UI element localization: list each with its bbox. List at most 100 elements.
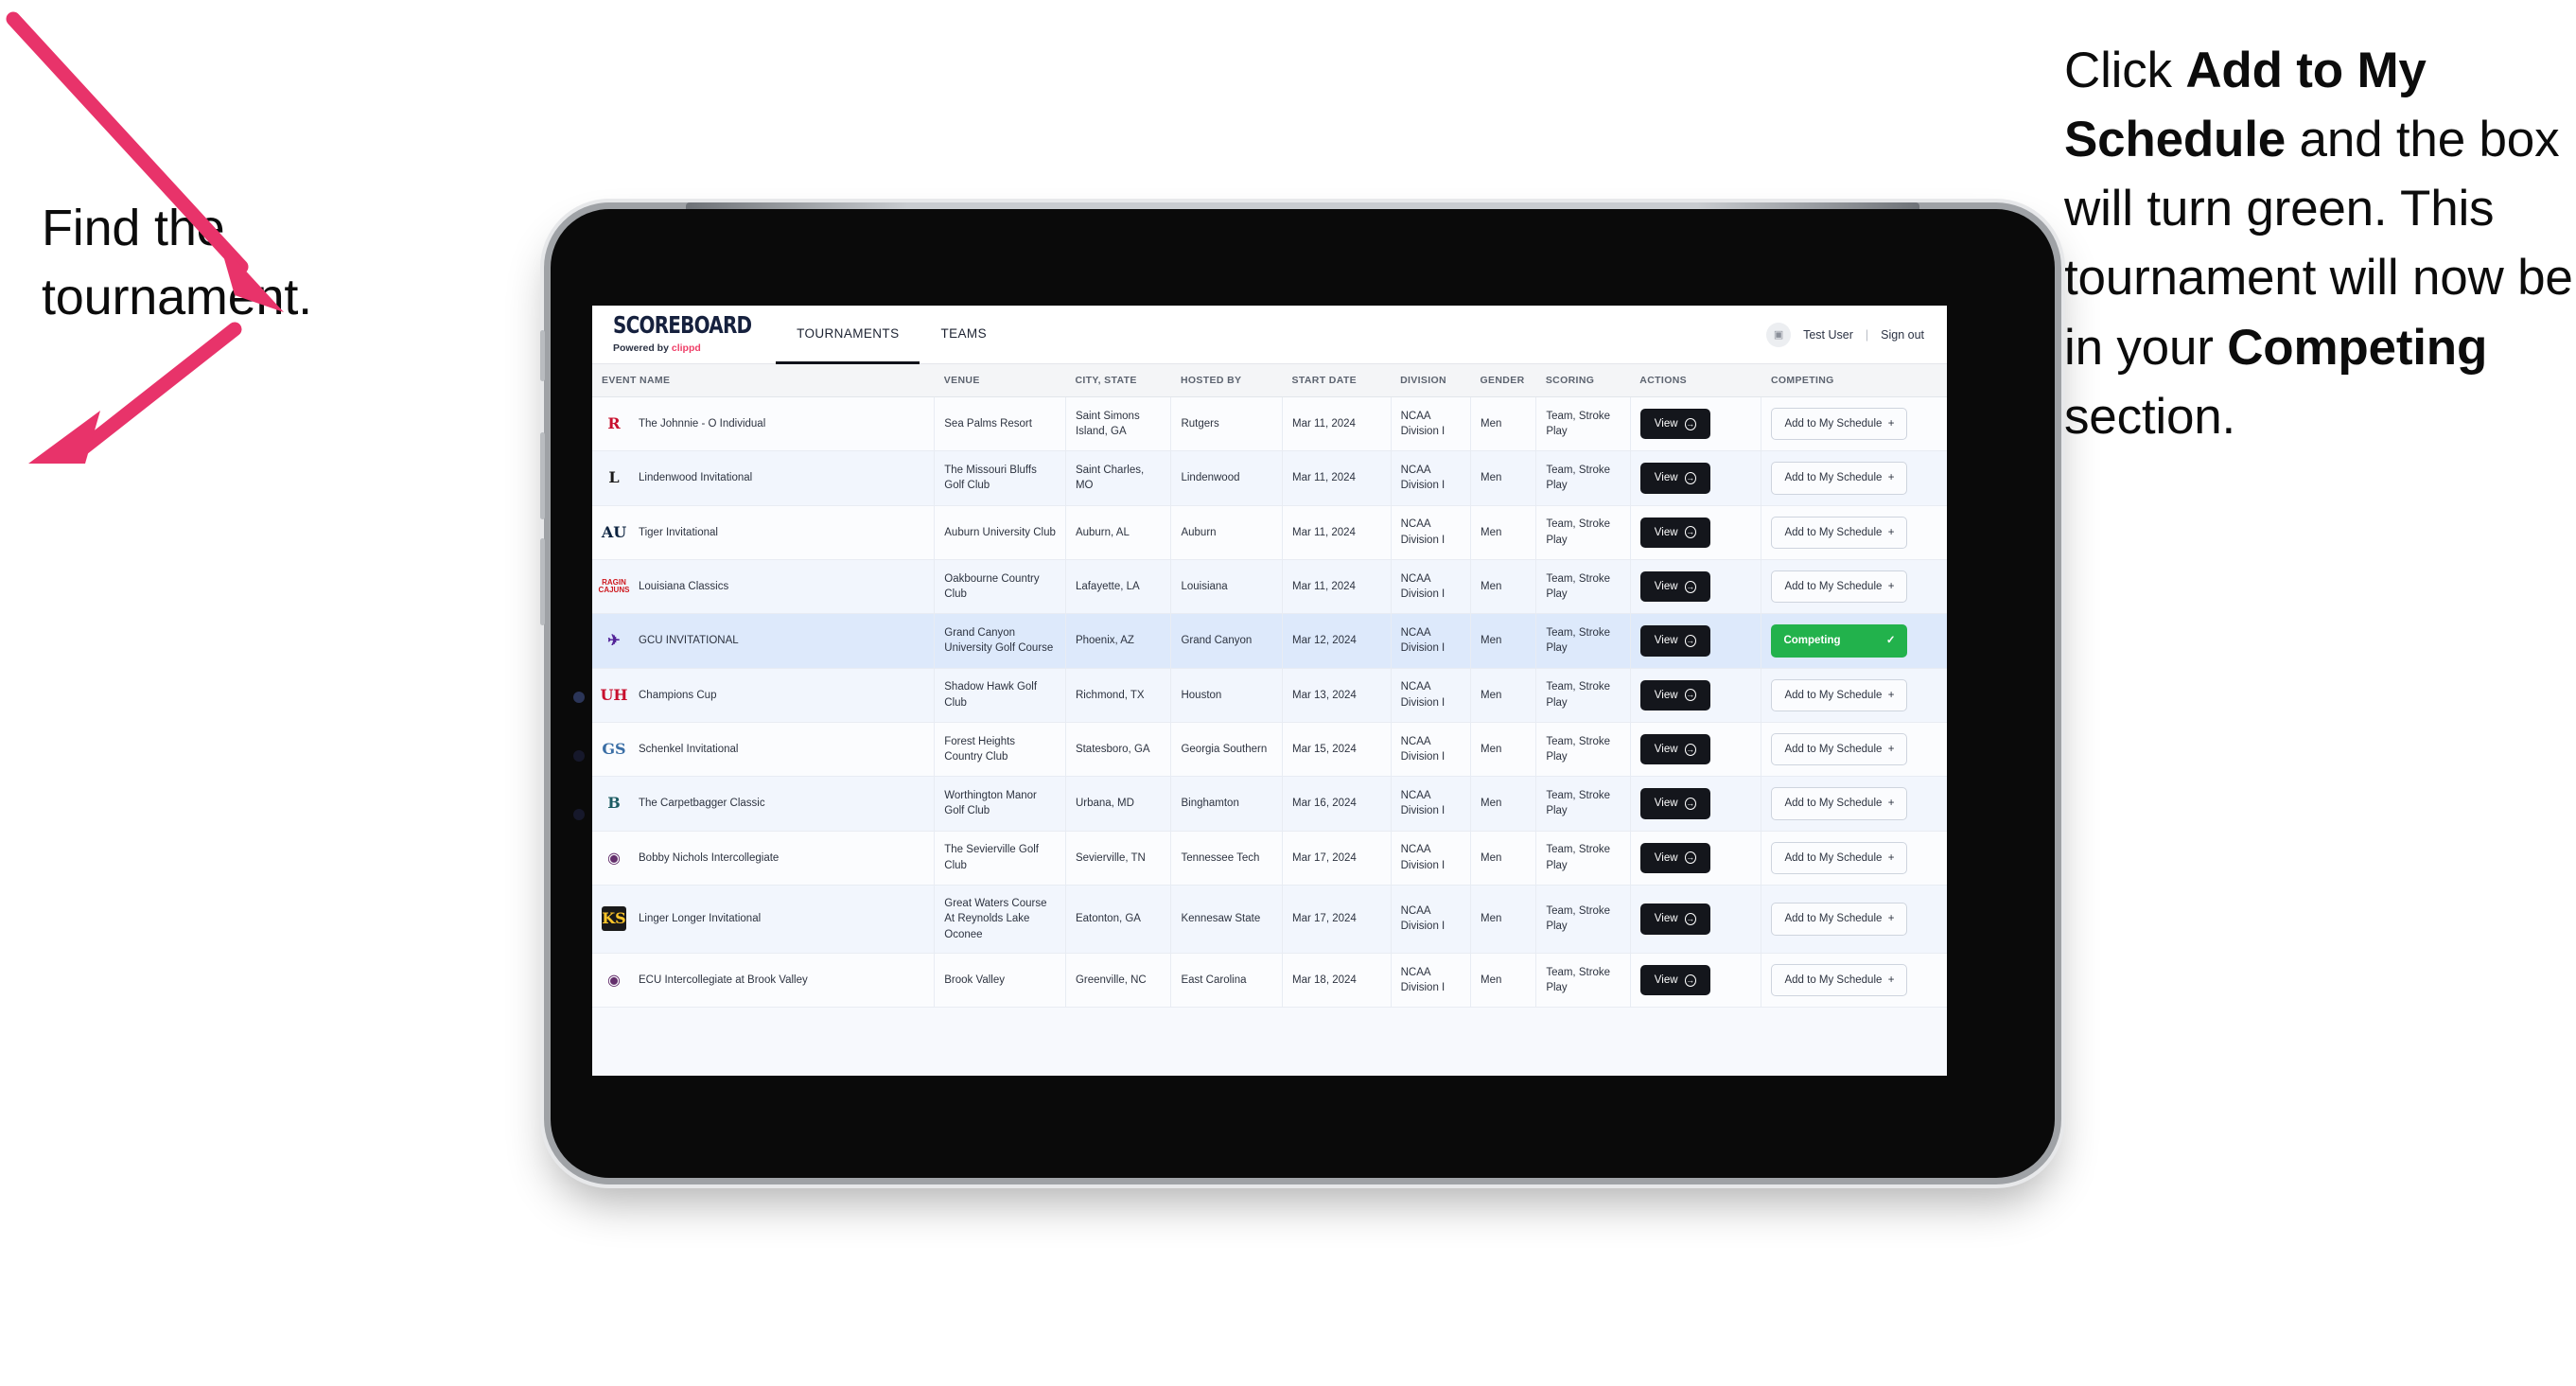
column-header-5[interactable]: DIVISION [1391,364,1471,397]
event-name-label: ECU Intercollegiate at Brook Valley [639,974,808,986]
cell-city-state: Urbana, MD [1065,776,1172,832]
plus-icon: + [1887,689,1895,701]
table-row[interactable]: ✈ GCU INVITATIONAL Grand Canyon University… [592,613,1947,669]
view-button[interactable]: View → [1639,964,1710,996]
page-root: Find the tournament. Click Add to My Sch… [0,0,2576,1386]
cell-event-name: B The Carpetbagger Classic [592,776,936,832]
add-to-my-schedule-button[interactable]: Add to My Schedule + [1771,462,1908,495]
tournaments-table-scroll[interactable]: EVENT NAME VENUE CITY, STATE HOSTED BY START… [592,364,1947,1076]
column-header-3[interactable]: HOSTED BY [1170,364,1283,397]
view-button[interactable]: View → [1639,679,1710,711]
column-header-0[interactable]: EVENT NAME [592,364,935,397]
view-button[interactable]: View → [1639,842,1710,873]
add-to-my-schedule-button[interactable]: Add to My Schedule + [1771,732,1908,766]
cell-start-date: Mar 11, 2024 [1282,396,1392,452]
column-header-2[interactable]: CITY, STATE [1065,364,1171,397]
column-header-4[interactable]: START DATE [1282,364,1392,397]
add-to-my-schedule-label: Add to My Schedule [1784,580,1883,592]
cell-hosted-by: Rutgers [1170,396,1284,452]
cell-gender: Men [1470,450,1537,506]
column-header-6[interactable]: GENDER [1470,364,1536,397]
avatar[interactable]: ▣ [1766,322,1792,347]
cell-event-name: GS Schenkel Invitational [592,722,936,778]
cell-competing: Add to My Schedule + [1761,668,1947,723]
cell-city-state: Eatonton, GA [1065,885,1172,954]
view-button[interactable]: View → [1639,733,1710,765]
power-button[interactable] [540,330,545,381]
column-header-7[interactable]: SCORING [1535,364,1631,397]
table-row[interactable]: ◉ ECU Intercollegiate at Brook Valley Broo… [592,953,1947,1009]
cell-competing: Add to My Schedule + [1761,722,1947,778]
check-icon: ✓ [1885,635,1896,647]
cell-scoring: Team, Stroke Play [1535,722,1631,778]
tab-teams-label: TEAMS [940,326,987,341]
cell-scoring: Team, Stroke Play [1535,613,1631,669]
view-button[interactable]: View → [1639,904,1710,935]
view-button[interactable]: View → [1639,788,1710,819]
arrow-right-circle-icon: → [1684,689,1696,702]
add-to-my-schedule-label: Add to My Schedule [1784,689,1883,701]
cell-venue: Worthington Manor Golf Club [934,776,1066,832]
add-to-my-schedule-button[interactable]: Add to My Schedule + [1771,678,1908,711]
cell-event-name: L Lindenwood Invitational [592,450,936,506]
cell-hosted-by: Grand Canyon [1170,613,1284,669]
cell-scoring: Team, Stroke Play [1535,885,1631,954]
team-logo-icon: RAGIN CAJUNS [598,578,630,595]
volume-down-button[interactable] [540,538,545,625]
table-row[interactable]: ◉ Bobby Nichols Intercollegiate The Sevier… [592,831,1947,886]
team-logo-icon: AU [601,522,627,541]
cell-competing: Add to My Schedule + [1761,396,1947,452]
column-header-8[interactable]: ACTIONS [1630,364,1761,397]
sign-out-link[interactable]: Sign out [1881,328,1924,342]
add-to-my-schedule-button[interactable]: Add to My Schedule + [1771,516,1908,549]
cell-gender: Men [1470,668,1537,723]
annotation-left: Find the tournament. [42,200,312,326]
cell-start-date: Mar 11, 2024 [1282,559,1392,615]
table-row[interactable]: L Lindenwood Invitational The Missouri Blu… [592,450,1947,506]
view-button[interactable]: View → [1639,517,1710,548]
view-button-label: View [1654,851,1678,864]
table-row[interactable]: B The Carpetbagger Classic Worthington Man… [592,776,1947,832]
add-to-my-schedule-button[interactable]: Add to My Schedule + [1771,841,1908,874]
add-to-my-schedule-button[interactable]: Add to My Schedule + [1771,963,1908,997]
view-button[interactable]: View → [1639,463,1710,494]
table-row[interactable]: UH Champions Cup Shadow Hawk Golf Club Rich… [592,668,1947,723]
table-row[interactable]: GS Schenkel Invitational Forest Heights Co… [592,722,1947,778]
add-to-my-schedule-button[interactable]: Add to My Schedule + [1771,570,1908,604]
plus-icon: + [1887,798,1895,810]
column-header-9[interactable]: COMPETING [1761,364,1947,397]
event-name-label: Schenkel Invitational [639,743,739,755]
tab-tournaments[interactable]: TOURNAMENTS [776,306,920,364]
table-row[interactable]: KS Linger Longer Invitational Great Waters… [592,885,1947,954]
tab-teams[interactable]: TEAMS [920,306,1008,364]
plus-icon: + [1887,851,1895,864]
column-header-1[interactable]: VENUE [934,364,1066,397]
cell-city-state: Richmond, TX [1065,668,1172,723]
cell-actions: View → [1630,722,1762,778]
competing-badge[interactable]: Competing ✓ [1771,624,1908,658]
cell-scoring: Team, Stroke Play [1535,396,1631,452]
event-name-label: Lindenwood Invitational [639,472,753,484]
cell-venue: Great Waters Course At Reynolds Lake Oco… [934,885,1066,954]
cell-event-name: ◉ ECU Intercollegiate at Brook Valley [592,953,936,1009]
table-row[interactable]: RAGIN CAJUNS Louisiana Classics Oakbourne … [592,559,1947,615]
table-row[interactable]: R The Johnnie - O Individual Sea Palms Res… [592,396,1947,452]
cell-city-state: Saint Simons Island, GA [1065,396,1172,452]
cell-division: NCAA Division I [1391,450,1471,506]
add-to-my-schedule-label: Add to My Schedule [1784,526,1883,538]
arrow-right-circle-icon: → [1684,634,1696,647]
add-to-my-schedule-button[interactable]: Add to My Schedule + [1771,787,1908,820]
volume-up-button[interactable] [540,432,545,519]
add-to-my-schedule-button[interactable]: Add to My Schedule + [1771,903,1908,936]
add-to-my-schedule-button[interactable]: Add to My Schedule + [1771,408,1908,441]
cell-venue: The Missouri Bluffs Golf Club [934,450,1066,506]
view-button-label: View [1654,635,1678,647]
view-button[interactable]: View → [1639,570,1710,603]
cell-division: NCAA Division I [1391,559,1471,615]
view-button[interactable]: View → [1639,625,1710,657]
cell-competing: Add to My Schedule + [1761,953,1947,1009]
brand-logo[interactable]: SCOREBOARD Powered by clippd [592,306,776,363]
view-button[interactable]: View → [1639,409,1710,440]
cell-hosted-by: Auburn [1170,505,1284,560]
table-row[interactable]: AU Tiger Invitational Auburn University Cl… [592,505,1947,560]
